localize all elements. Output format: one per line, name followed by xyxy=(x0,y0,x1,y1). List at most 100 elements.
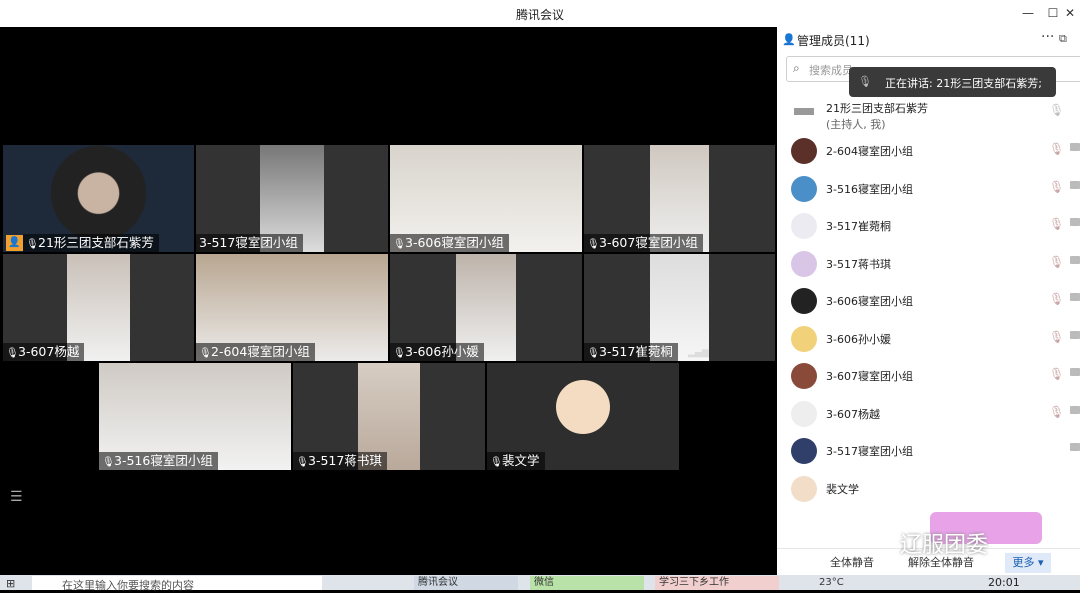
member-row[interactable]: 21形三团支部石紫芳 (主持人, 我) 🎙 xyxy=(777,95,1080,133)
taskbar-item[interactable]: 学习三下乡工作 xyxy=(655,576,779,590)
video-tile[interactable]: 🎙3-517崔菀桐 ▂▄▆ xyxy=(584,254,775,361)
host-icon: 👤 xyxy=(6,235,23,251)
more-options-icon[interactable]: ··· xyxy=(1041,29,1054,45)
participant-name-tag: 🎙3-517蒋书琪 xyxy=(293,452,387,470)
taskbar-search-input[interactable]: 在这里输入你要搜索的内容 xyxy=(32,576,322,592)
participant-name-tag: 🎙21形三团支部石紫芳 xyxy=(23,234,159,252)
members-panel-title: 管理成员(11) xyxy=(797,34,870,48)
mute-all-button[interactable]: 全体静音 xyxy=(819,553,885,573)
member-search-placeholder: 搜索成员 xyxy=(809,64,853,77)
title-bar: 腾讯会议 — ☐ ✕ xyxy=(0,0,1080,28)
mic-muted-icon[interactable]: 🎙 xyxy=(1049,330,1064,344)
layout-grid-icon[interactable]: ☰ xyxy=(10,489,23,505)
mic-muted-icon[interactable]: 🎙 xyxy=(1049,255,1064,269)
speaking-tooltip: 🎙 正在讲话: 21形三团支部石紫芳; xyxy=(849,67,1056,97)
taskbar-item[interactable]: 腾讯会议 xyxy=(414,576,518,590)
avatar xyxy=(791,326,817,352)
video-tile[interactable]: 👤 🎙21形三团支部石紫芳 xyxy=(3,145,194,252)
mic-muted-icon[interactable]: 🎙 xyxy=(1049,292,1064,306)
mic-muted-icon: 🎙 xyxy=(490,457,503,468)
camera-icon[interactable] xyxy=(1070,256,1080,264)
mic-muted-icon: 🎙 xyxy=(102,457,115,468)
video-tile[interactable]: 🎙3-606寝室团小组 xyxy=(390,145,582,252)
participant-name-tag: 🎙3-606寝室团小组 xyxy=(390,234,509,252)
camera-icon[interactable] xyxy=(1070,368,1080,376)
video-tile[interactable]: 🎙3-607寝室团小组 xyxy=(584,145,775,252)
window-title: 腾讯会议 xyxy=(515,8,564,22)
participant-name-tag: 🎙2-604寝室团小组 xyxy=(196,343,315,361)
camera-icon[interactable] xyxy=(1070,443,1080,451)
camera-icon[interactable] xyxy=(1070,181,1080,189)
mic-muted-icon: 🎙 xyxy=(6,348,19,359)
avatar xyxy=(791,251,817,277)
camera-icon[interactable] xyxy=(1070,406,1080,414)
member-row[interactable]: 裴文学 xyxy=(777,472,1080,508)
mic-muted-icon: 🎙 xyxy=(296,457,309,468)
video-tile[interactable]: 3-517寝室团小组 xyxy=(196,145,388,252)
camera-icon[interactable] xyxy=(1070,218,1080,226)
camera-icon[interactable] xyxy=(1070,331,1080,339)
mic-muted-icon[interactable]: 🎙 xyxy=(1049,180,1064,194)
taskbar-item[interactable]: 微信 xyxy=(530,576,644,590)
avatar xyxy=(791,176,817,202)
camera-icon[interactable] xyxy=(1070,143,1080,151)
member-row[interactable]: 3-517寝室团小组 xyxy=(777,434,1080,470)
avatar xyxy=(556,380,610,434)
minimize-icon[interactable]: — xyxy=(1018,4,1038,22)
mic-muted-icon[interactable]: 🎙 xyxy=(1049,217,1064,231)
participant-name-tag: 🎙3-516寝室团小组 xyxy=(99,452,218,470)
members-panel-header: 👤 管理成员(11) ··· ⧉ xyxy=(777,27,1080,53)
more-button[interactable]: 更多 ▾ xyxy=(1005,553,1051,573)
participant-name-tag: 🎙裴文学 xyxy=(487,452,545,470)
video-tile[interactable]: 🎙3-516寝室团小组 xyxy=(99,363,291,470)
mic-muted-icon: 🎙 xyxy=(199,348,212,359)
mic-muted-icon: 🎙 xyxy=(393,239,406,250)
weather-status: 23°C xyxy=(819,577,844,588)
members-icon: 👤 xyxy=(782,33,796,46)
clock: 20:01 xyxy=(988,576,1020,589)
participant-name-tag: 🎙3-607杨越 xyxy=(3,343,85,361)
avatar xyxy=(791,288,817,314)
avatar xyxy=(791,438,817,464)
members-panel: 👤 管理成员(11) ··· ⧉ ⌕ 搜索成员 21形三团支部石紫芳 (主持人,… xyxy=(777,27,1080,575)
mic-muted-icon: 🎙 xyxy=(587,348,600,359)
camera-icon[interactable] xyxy=(1070,293,1080,301)
avatar xyxy=(791,401,817,427)
member-row[interactable]: 3-607寝室团小组 🎙 xyxy=(777,359,1080,395)
search-icon: ⌕ xyxy=(793,61,800,75)
mic-icon: 🎙 xyxy=(858,75,872,88)
video-tile[interactable]: 🎙3-606孙小媛 xyxy=(390,254,582,361)
watermark: 辽服团委 xyxy=(900,533,989,558)
signal-strength-icon: ▂▄▆ xyxy=(688,348,709,358)
mic-muted-icon: 🎙 xyxy=(393,348,406,359)
video-tile[interactable]: 🎙3-517蒋书琪 xyxy=(293,363,485,470)
windows-start-icon[interactable]: ⊞ xyxy=(6,577,15,590)
mic-icon: 🎙 xyxy=(26,239,39,250)
member-row[interactable]: 3-517崔菀桐 🎙 xyxy=(777,209,1080,245)
mic-icon[interactable]: 🎙 xyxy=(1049,103,1064,117)
mic-muted-icon[interactable]: 🎙 xyxy=(1049,405,1064,419)
video-tile[interactable]: 🎙裴文学 xyxy=(487,363,679,470)
participant-name-tag: 🎙3-517崔菀桐 xyxy=(584,343,678,361)
taskbar: ⊞ 在这里输入你要搜索的内容 腾讯会议 微信 学习三下乡工作 23°C 20:0… xyxy=(0,575,1080,592)
mic-muted-icon[interactable]: 🎙 xyxy=(1049,367,1064,381)
mic-muted-icon: 🎙 xyxy=(587,239,600,250)
member-row[interactable]: 3-606寝室团小组 🎙 xyxy=(777,284,1080,320)
member-row[interactable]: 3-606孙小媛 🎙 xyxy=(777,322,1080,358)
avatar xyxy=(791,213,817,239)
mic-muted-icon[interactable]: 🎙 xyxy=(1049,142,1064,156)
member-row[interactable]: 3-516寝室团小组 🎙 xyxy=(777,172,1080,208)
video-tile[interactable]: 🎙2-604寝室团小组 xyxy=(196,254,388,361)
member-row[interactable]: 3-517蒋书琪 🎙 xyxy=(777,247,1080,283)
video-tile[interactable]: 🎙3-607杨越 xyxy=(3,254,194,361)
participant-name-tag: 3-517寝室团小组 xyxy=(196,234,303,252)
avatar xyxy=(791,138,817,164)
member-row[interactable]: 2-604寝室团小组 🎙 xyxy=(777,134,1080,170)
close-icon[interactable]: ✕ xyxy=(1060,4,1080,22)
participant-name-tag: 🎙3-607寝室团小组 xyxy=(584,234,703,252)
avatar xyxy=(791,476,817,502)
participant-name-tag: 🎙3-606孙小媛 xyxy=(390,343,484,361)
video-gallery: 👤 🎙21形三团支部石紫芳 3-517寝室团小组 🎙3-606寝室团小组 🎙3-… xyxy=(0,27,777,575)
member-row[interactable]: 3-607杨越 🎙 xyxy=(777,397,1080,433)
popout-icon[interactable]: ⧉ xyxy=(1059,32,1067,46)
